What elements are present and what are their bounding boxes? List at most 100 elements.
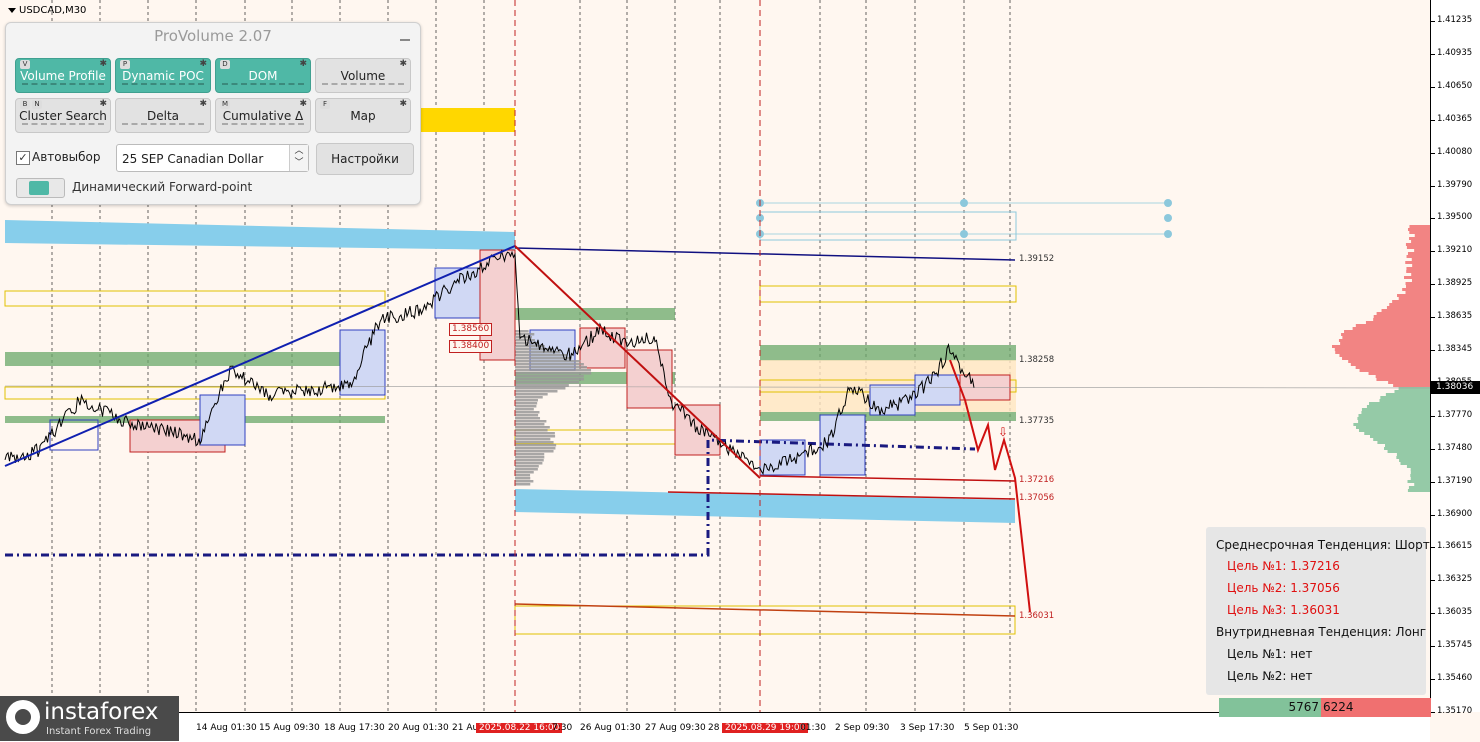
dom-volume-bar [1402, 288, 1430, 291]
gear-icon[interactable]: ✱ [399, 60, 407, 69]
hotkey-badge: M [220, 100, 230, 109]
volume-profile-bar [515, 429, 548, 432]
dom-volume-bar [1409, 231, 1430, 234]
dom-volume-bar [1382, 309, 1430, 312]
cumulative-delta-button[interactable]: M ✱ Cumulative Δ [215, 98, 311, 133]
volume-profile-bar [515, 426, 550, 429]
toggle-knob [29, 181, 49, 195]
gear-icon[interactable]: ✱ [199, 60, 207, 69]
price-tick: 1.37770 [1437, 410, 1472, 420]
time-label: 3 Sep 17:30 [900, 723, 954, 733]
dom-volume-bar [1411, 273, 1430, 276]
gear-icon[interactable]: ✱ [299, 100, 307, 109]
dom-volume-bar [1362, 408, 1430, 411]
volume-profile-bar [515, 483, 530, 486]
dynamic-poc-button[interactable]: P ✱ Dynamic POC [115, 58, 211, 93]
dom-volume-bar [1409, 486, 1430, 489]
dom-volume-bar [1364, 432, 1430, 435]
dom-volume-bar [1405, 261, 1430, 264]
volume-profile-button[interactable]: V ✱ Volume Profile [15, 58, 111, 93]
volume-profile-bar [515, 360, 581, 363]
volume-profile-bar [515, 450, 554, 453]
logo-tagline: Instant Forex Trading [46, 726, 151, 737]
time-label: 26 Aug 01:30 [580, 723, 641, 733]
price-tick: 1.40080 [1437, 147, 1472, 157]
volume-profile-bar [515, 375, 584, 378]
cluster-search-button[interactable]: B N ✱ Cluster Search [15, 98, 111, 133]
volume-profile-bar [515, 366, 587, 369]
dom-volume-bar [1399, 459, 1430, 462]
indicator-dots [222, 83, 304, 88]
dom-volume-bar [1414, 483, 1430, 486]
logo-name: instaforex [44, 699, 159, 725]
dom-volume-bar [1411, 468, 1430, 471]
dom-volume-bar [1412, 264, 1430, 267]
dom-volume-bar [1359, 429, 1430, 432]
spinner-arrows-icon[interactable]: ︿ ﹀ [289, 145, 308, 171]
dom-volume-bar [1406, 267, 1430, 270]
level-label: 1.37735 [1019, 416, 1054, 426]
volume-profile-bar [515, 438, 550, 441]
dom-volume-bar [1335, 348, 1430, 351]
price-tick: 1.38635 [1437, 311, 1472, 321]
volume-profile-bar [515, 378, 584, 381]
dom-volume-bar [1411, 240, 1430, 243]
volume-profile-bar [515, 384, 569, 387]
price-tick: 1.38345 [1437, 344, 1472, 354]
instrument-select[interactable]: 25 SEP Canadian Dollar ︿ ﹀ [116, 144, 309, 172]
volume-profile-bar [515, 480, 533, 483]
dom-volume-bar [1411, 471, 1430, 474]
gear-icon[interactable]: ✱ [99, 60, 107, 69]
gear-icon[interactable]: ✱ [99, 100, 107, 109]
provolume-panel[interactable]: ProVolume 2.07 V ✱ Volume Profile P ✱ Dyna… [5, 22, 421, 205]
delta-button[interactable]: ✱ Delta [115, 98, 211, 133]
gear-icon[interactable]: ✱ [299, 60, 307, 69]
dom-volume-bar [1393, 384, 1430, 387]
volume-profile-bar [515, 381, 579, 384]
time-label: 01:30 [800, 723, 826, 733]
dom-volume-bar [1414, 249, 1430, 252]
volume-profile-bar [515, 465, 539, 468]
price-tick: 1.36900 [1437, 509, 1472, 519]
map-button[interactable]: F ✱ Map [315, 98, 411, 133]
dom-button[interactable]: D ✱ DOM [215, 58, 311, 93]
dom-volume-bar [1339, 354, 1430, 357]
volume-profile-bar [515, 459, 544, 462]
forward-point-toggle[interactable] [16, 178, 65, 198]
hotkey-badge: D [220, 60, 230, 69]
minimize-icon[interactable] [400, 39, 410, 41]
dom-volume-bar [1412, 258, 1430, 261]
dom-volume-bar [1373, 318, 1430, 321]
dom-volume-bar [1415, 234, 1430, 237]
dom-volume-bar [1388, 450, 1430, 453]
indicator-dots [22, 83, 104, 88]
gear-icon[interactable]: ✱ [199, 100, 207, 109]
dom-volume-bar [1386, 393, 1430, 396]
gear-icon[interactable]: ✱ [399, 100, 407, 109]
volume-profile-bar [515, 357, 572, 360]
hotkey-badge: F [320, 100, 330, 109]
dom-volume-bar [1387, 306, 1430, 309]
price-box-label: 1.38560 [449, 323, 492, 336]
dom-volume-bar [1406, 282, 1430, 285]
volume-button[interactable]: ✱ Volume [315, 58, 411, 93]
dom-volume-bar [1348, 360, 1430, 363]
price-tick: 1.41235 [1437, 15, 1472, 25]
volume-profile-bar [515, 420, 546, 423]
current-price-tag: 1.38036 [1431, 381, 1480, 394]
time-scale[interactable]: 8 Aug 202513 Aug 17:3014 Aug 01:3015 Aug… [0, 712, 1430, 742]
time-label: 18 Aug 17:30 [324, 723, 385, 733]
volume-profile-bar [515, 456, 544, 459]
dom-volume-bar [1373, 438, 1430, 441]
forward-point-label: Динамический Forward-point [72, 180, 252, 194]
green-band [760, 345, 1016, 361]
autoselect-checkbox[interactable]: ✓ [16, 151, 30, 165]
settings-button[interactable]: Настройки [316, 143, 414, 175]
hotkey-badge: V [20, 60, 30, 69]
volume-profile-bar [515, 462, 542, 465]
dom-volume-bar [1409, 237, 1430, 240]
symbol-menu-icon[interactable] [8, 8, 16, 13]
price-tick: 1.39500 [1437, 212, 1472, 222]
volume-profile-bar [515, 423, 544, 426]
price-scale[interactable]: 1.41235 1.40935 1.40650 1.40365 1.40080 1.397… [1430, 0, 1480, 712]
